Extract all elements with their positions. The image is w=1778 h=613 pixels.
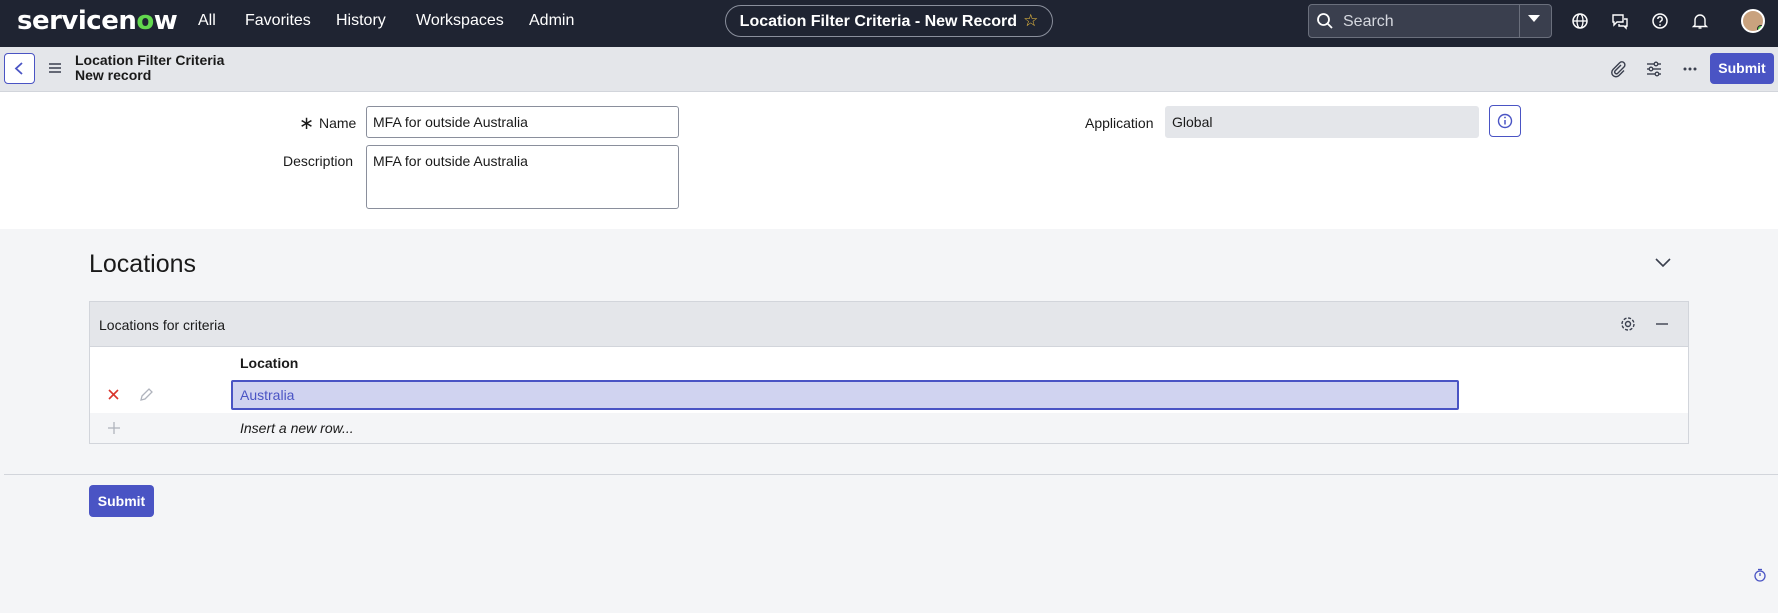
record-header: Location Filter Criteria New record Subm… (0, 47, 1778, 92)
application-label: Application (1085, 115, 1154, 131)
header-submit-button[interactable]: Submit (1710, 53, 1774, 84)
nav-history[interactable]: History (336, 12, 386, 30)
top-navigation-bar: servicenow All Favorites History Workspa… (0, 0, 1778, 47)
location-value: Australia (240, 387, 295, 403)
insert-row[interactable]: Insert a new row... (90, 413, 1688, 443)
search-divider (1519, 5, 1520, 37)
servicenow-logo[interactable]: servicenow (17, 6, 178, 36)
nav-all[interactable]: All (198, 12, 216, 30)
sliders-icon[interactable] (1645, 60, 1663, 78)
gear-icon[interactable] (1619, 315, 1637, 333)
nav-admin[interactable]: Admin (529, 12, 574, 30)
page-title-pill: Location Filter Criteria - New Record ☆ (725, 5, 1053, 37)
delete-x-icon[interactable] (107, 388, 120, 401)
plus-icon[interactable] (107, 421, 121, 435)
hamburger-icon[interactable] (48, 62, 62, 74)
back-button[interactable] (4, 53, 35, 84)
description-textarea[interactable]: MFA for outside Australia (366, 145, 679, 209)
divider (4, 474, 1778, 475)
page-title: Location Filter Criteria - New Record (739, 13, 1018, 30)
record-state: New record (75, 67, 152, 83)
nav-workspaces[interactable]: Workspaces (416, 12, 504, 30)
chevron-down-icon[interactable] (1655, 258, 1671, 268)
search-icon (1317, 13, 1333, 29)
description-label: Description (283, 153, 354, 169)
favorite-star-icon[interactable]: ☆ (1023, 11, 1038, 30)
record-form: ∗ Name MFA for outside Australia Descrip… (0, 92, 1778, 229)
bell-icon[interactable] (1690, 11, 1710, 31)
insert-row-label: Insert a new row... (240, 420, 354, 436)
record-table-name: Location Filter Criteria (75, 52, 225, 68)
pencil-icon[interactable] (139, 387, 154, 402)
name-input[interactable]: MFA for outside Australia (366, 106, 679, 138)
search-placeholder: Search (1343, 13, 1394, 30)
online-status-dot (1757, 25, 1763, 31)
global-search[interactable]: Search (1308, 4, 1552, 38)
column-header-location[interactable]: Location (240, 355, 298, 371)
related-list-title: Locations for criteria (99, 317, 226, 333)
help-icon[interactable] (1650, 11, 1670, 31)
back-arrow-icon (14, 62, 23, 75)
related-list-header: Locations for criteria (89, 301, 1689, 347)
info-icon (1497, 113, 1513, 129)
paperclip-icon[interactable] (1609, 60, 1627, 78)
timer-icon[interactable] (1753, 568, 1767, 582)
user-avatar[interactable] (1741, 9, 1765, 33)
footer-submit-button[interactable]: Submit (89, 485, 154, 517)
record-title: Location Filter Criteria New record (75, 53, 224, 83)
nav-favorites[interactable]: Favorites (245, 12, 311, 30)
chat-icon[interactable] (1610, 11, 1630, 31)
related-list-table: Location Australia Insert a new row... (89, 347, 1689, 444)
application-field: Global (1165, 106, 1479, 138)
globe-icon[interactable] (1570, 11, 1590, 31)
more-icon[interactable] (1681, 60, 1699, 78)
required-asterisk-icon: ∗ (299, 113, 315, 133)
locations-section-title: Locations (89, 250, 197, 278)
application-info-button[interactable] (1489, 105, 1521, 137)
name-label: Name (319, 115, 357, 131)
minimize-icon[interactable] (1653, 315, 1671, 333)
dropdown-caret-icon[interactable] (1528, 15, 1540, 22)
location-cell[interactable]: Australia (231, 380, 1459, 410)
